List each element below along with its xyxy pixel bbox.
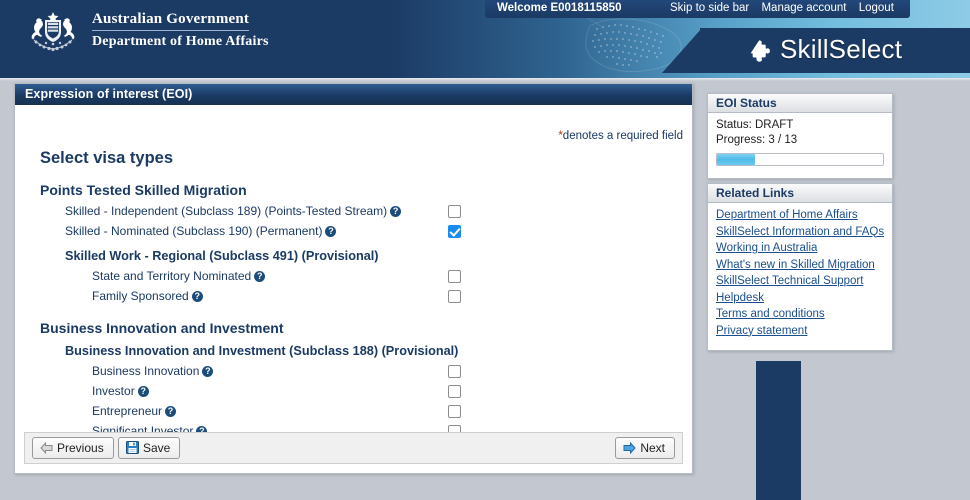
- checkbox-investor[interactable]: [448, 385, 461, 398]
- section-heading-regional-491: Skilled Work - Regional (Subclass 491) (…: [65, 249, 379, 263]
- required-note-text: denotes a required field: [562, 130, 683, 142]
- help-icon-investor[interactable]: ?: [137, 386, 149, 397]
- label-skilled-independent-189: Skilled - Independent (Subclass 189) (Po…: [65, 204, 388, 218]
- checkbox-business-innovation[interactable]: [448, 365, 461, 378]
- related-links-list: Department of Home Affairs SkillSelect I…: [708, 203, 892, 339]
- related-links-box: Related Links Department of Home Affairs…: [707, 183, 893, 351]
- link-whats-new-in-skilled-migration[interactable]: What's new in Skilled Migration: [716, 257, 884, 274]
- checkbox-entrepreneur[interactable]: [448, 405, 461, 418]
- label-skilled-nominated-190: Skilled - Nominated (Subclass 190) (Perm…: [65, 224, 323, 238]
- progress-line: Progress: 3 / 13: [716, 134, 798, 146]
- label-investor: Investor: [92, 384, 135, 398]
- status-line: Status: DRAFT: [716, 119, 794, 131]
- related-links-box-title: Related Links: [708, 184, 892, 203]
- panel-title: Expression of interest (EOI): [15, 84, 692, 105]
- skillselect-title: SkillSelect: [780, 34, 903, 64]
- utility-nav-bar: Welcome E0018115850 Skip to side bar Man…: [485, 0, 910, 18]
- next-button-label: Next: [640, 441, 665, 455]
- link-terms-and-conditions[interactable]: Terms and conditions: [716, 306, 884, 323]
- checkbox-skilled-independent-189[interactable]: [448, 205, 461, 218]
- label-business-innovation: Business Innovation: [92, 364, 200, 378]
- logout-link[interactable]: Logout: [859, 2, 894, 14]
- eoi-status-box-body: Status: DRAFT Progress: 3 / 13: [708, 113, 892, 166]
- panel-body: *denotes a required field Select visa ty…: [15, 105, 692, 473]
- checkbox-skilled-nominated-190[interactable]: [448, 225, 461, 238]
- row-investor: Investor?: [15, 381, 692, 401]
- label-state-territory-nominated: State and Territory Nominated: [92, 269, 252, 283]
- gov-line-department: Department of Home Affairs: [92, 34, 269, 49]
- row-business-innovation: Business Innovation?: [15, 361, 692, 381]
- arrow-left-icon: [40, 442, 53, 454]
- row-skilled-nominated-190: Skilled - Nominated (Subclass 190) (Perm…: [15, 221, 692, 241]
- section-heading-business-innovation: Business Innovation and Investment: [40, 320, 284, 336]
- link-working-in-australia[interactable]: Working in Australia: [716, 240, 884, 257]
- puzzle-piece-icon: [750, 40, 770, 62]
- link-skillselect-technical-support-helpdesk[interactable]: SkillSelect Technical Support Helpdesk: [716, 273, 884, 306]
- skip-to-side-bar-link[interactable]: Skip to side bar: [670, 2, 749, 14]
- gov-line-australian-government: Australian Government: [92, 11, 250, 31]
- checkbox-family-sponsored[interactable]: [448, 290, 461, 303]
- required-field-note: *denotes a required field: [558, 130, 683, 142]
- link-department-of-home-affairs[interactable]: Department of Home Affairs: [716, 207, 884, 224]
- checkbox-state-territory-nominated[interactable]: [448, 270, 461, 283]
- banner-underline: [0, 78, 970, 81]
- next-button[interactable]: Next: [615, 437, 675, 459]
- australian-coat-of-arms-icon: [31, 12, 75, 52]
- row-entrepreneur: Entrepreneur?: [15, 401, 692, 421]
- visa-type-form: Select visa types Points Tested Skilled …: [15, 149, 692, 438]
- eoi-status-box: EOI Status Status: DRAFT Progress: 3 / 1…: [707, 93, 893, 179]
- eoi-status-box-title: EOI Status: [708, 94, 892, 113]
- section-heading-business-188: Business Innovation and Investment (Subc…: [65, 344, 459, 358]
- label-entrepreneur: Entrepreneur: [92, 404, 163, 418]
- row-skilled-independent-189: Skilled - Independent (Subclass 189) (Po…: [15, 201, 692, 221]
- previous-button[interactable]: Previous: [32, 437, 114, 459]
- progress-bar: [716, 153, 884, 166]
- site-banner: Australian Government Department of Home…: [0, 0, 970, 78]
- utility-nav-links: Skip to side bar Manage account Logout: [670, 2, 903, 14]
- help-icon-business-innovation[interactable]: ?: [202, 366, 214, 377]
- decorative-navy-stripe: [756, 361, 801, 500]
- floppy-disk-icon: [126, 441, 139, 454]
- help-icon-family-sponsored[interactable]: ?: [191, 291, 203, 302]
- help-icon-skilled-independent-189[interactable]: ?: [390, 206, 402, 217]
- save-button-label: Save: [143, 441, 171, 455]
- government-wordmark: Australian Government Department of Home…: [92, 11, 269, 50]
- row-family-sponsored: Family Sponsored?: [15, 286, 692, 306]
- help-icon-state-territory-nominated[interactable]: ?: [254, 271, 266, 282]
- link-privacy-statement[interactable]: Privacy statement: [716, 323, 884, 340]
- form-button-strip: Previous Save Next: [24, 432, 683, 464]
- manage-account-link[interactable]: Manage account: [761, 2, 846, 14]
- arrow-right-icon: [623, 442, 636, 454]
- section-heading-points-tested: Points Tested Skilled Migration: [40, 182, 247, 198]
- row-state-territory-nominated: State and Territory Nominated?: [15, 266, 692, 286]
- help-icon-skilled-nominated-190[interactable]: ?: [325, 226, 337, 237]
- previous-button-label: Previous: [57, 441, 104, 455]
- save-button[interactable]: Save: [118, 437, 181, 459]
- page-title: Select visa types: [40, 149, 173, 167]
- welcome-text: Welcome E0018115850: [497, 2, 622, 14]
- link-skillselect-information-and-faqs[interactable]: SkillSelect Information and FAQs: [716, 224, 884, 241]
- eoi-panel: Expression of interest (EOI) *denotes a …: [14, 83, 693, 474]
- help-icon-entrepreneur[interactable]: ?: [165, 406, 177, 417]
- progress-bar-fill: [717, 154, 756, 165]
- label-family-sponsored: Family Sponsored: [92, 289, 189, 303]
